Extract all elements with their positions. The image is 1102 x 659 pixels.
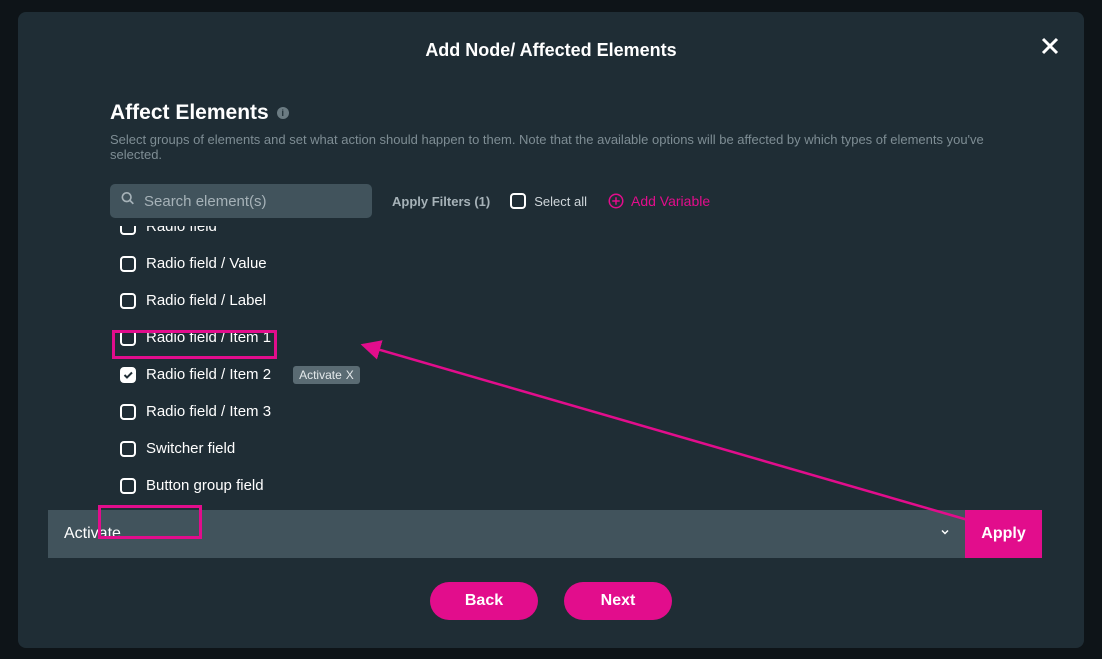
action-badge[interactable]: Activate X — [293, 366, 360, 384]
checkbox-icon — [120, 441, 136, 457]
close-icon[interactable]: X — [346, 368, 354, 382]
checkbox-icon — [120, 478, 136, 494]
elements-list[interactable]: Radio field Radio field / Value Radio fiel… — [110, 226, 1030, 526]
section-title-text: Affect Elements — [110, 101, 269, 125]
checkbox-icon — [120, 330, 136, 346]
element-label: Radio field / Item 2 — [146, 366, 271, 383]
search-wrap — [110, 184, 372, 218]
info-icon[interactable]: i — [277, 107, 289, 119]
checkbox-icon — [510, 193, 526, 209]
element-row[interactable]: Radio field / Value — [110, 245, 1030, 282]
element-label: Radio field / Item 3 — [146, 403, 271, 420]
next-button[interactable]: Next — [564, 582, 672, 620]
element-label: Radio field / Value — [146, 255, 267, 272]
search-icon — [120, 191, 136, 212]
apply-filters-link[interactable]: Apply Filters (1) — [392, 194, 490, 209]
element-label: Button group field — [146, 477, 264, 494]
section-description: Select groups of elements and set what a… — [110, 132, 1030, 162]
element-row[interactable]: Radio field — [110, 226, 1030, 245]
element-label: Radio field / Label — [146, 292, 266, 309]
footer-buttons: Back Next — [18, 582, 1084, 620]
element-row[interactable]: Radio field / Item 1 — [110, 319, 1030, 356]
add-variable-button[interactable]: Add Variable — [607, 192, 710, 210]
element-row[interactable]: Switcher field — [110, 430, 1030, 467]
element-row[interactable]: Radio field / Label — [110, 282, 1030, 319]
element-row[interactable]: Button group field — [110, 467, 1030, 504]
plus-circle-icon — [607, 192, 625, 210]
select-all-label: Select all — [534, 194, 587, 209]
checkbox-icon — [120, 367, 136, 383]
modal-panel: Add Node/ Affected Elements Affect Eleme… — [18, 12, 1084, 648]
element-label: Switcher field — [146, 440, 235, 457]
element-label: Radio field — [146, 226, 217, 235]
element-label: Radio field / Item 1 — [146, 329, 271, 346]
checkbox-icon — [120, 404, 136, 420]
add-variable-label: Add Variable — [631, 193, 710, 209]
apply-button[interactable]: Apply — [965, 510, 1042, 558]
action-badge-label: Activate — [299, 368, 342, 382]
checkbox-icon — [120, 226, 136, 235]
toolbar: Apply Filters (1) Select all Add Variabl… — [110, 184, 1030, 218]
close-button[interactable] — [1038, 34, 1062, 58]
checkbox-icon — [120, 293, 136, 309]
element-row[interactable]: Radio field / Item 3 — [110, 393, 1030, 430]
close-icon — [1038, 34, 1062, 58]
action-select[interactable]: Activate — [48, 510, 965, 558]
chevron-down-icon — [939, 525, 951, 543]
action-row: Activate Apply — [48, 510, 1042, 558]
modal-title: Add Node/ Affected Elements — [72, 36, 1030, 101]
action-select-value: Activate — [64, 525, 121, 543]
search-input[interactable] — [110, 184, 372, 218]
select-all-checkbox[interactable]: Select all — [510, 193, 587, 209]
back-button[interactable]: Back — [430, 582, 538, 620]
checkbox-icon — [120, 256, 136, 272]
section-title: Affect Elements i — [110, 101, 1030, 125]
element-row[interactable]: Radio field / Item 2 Activate X — [110, 356, 1030, 393]
